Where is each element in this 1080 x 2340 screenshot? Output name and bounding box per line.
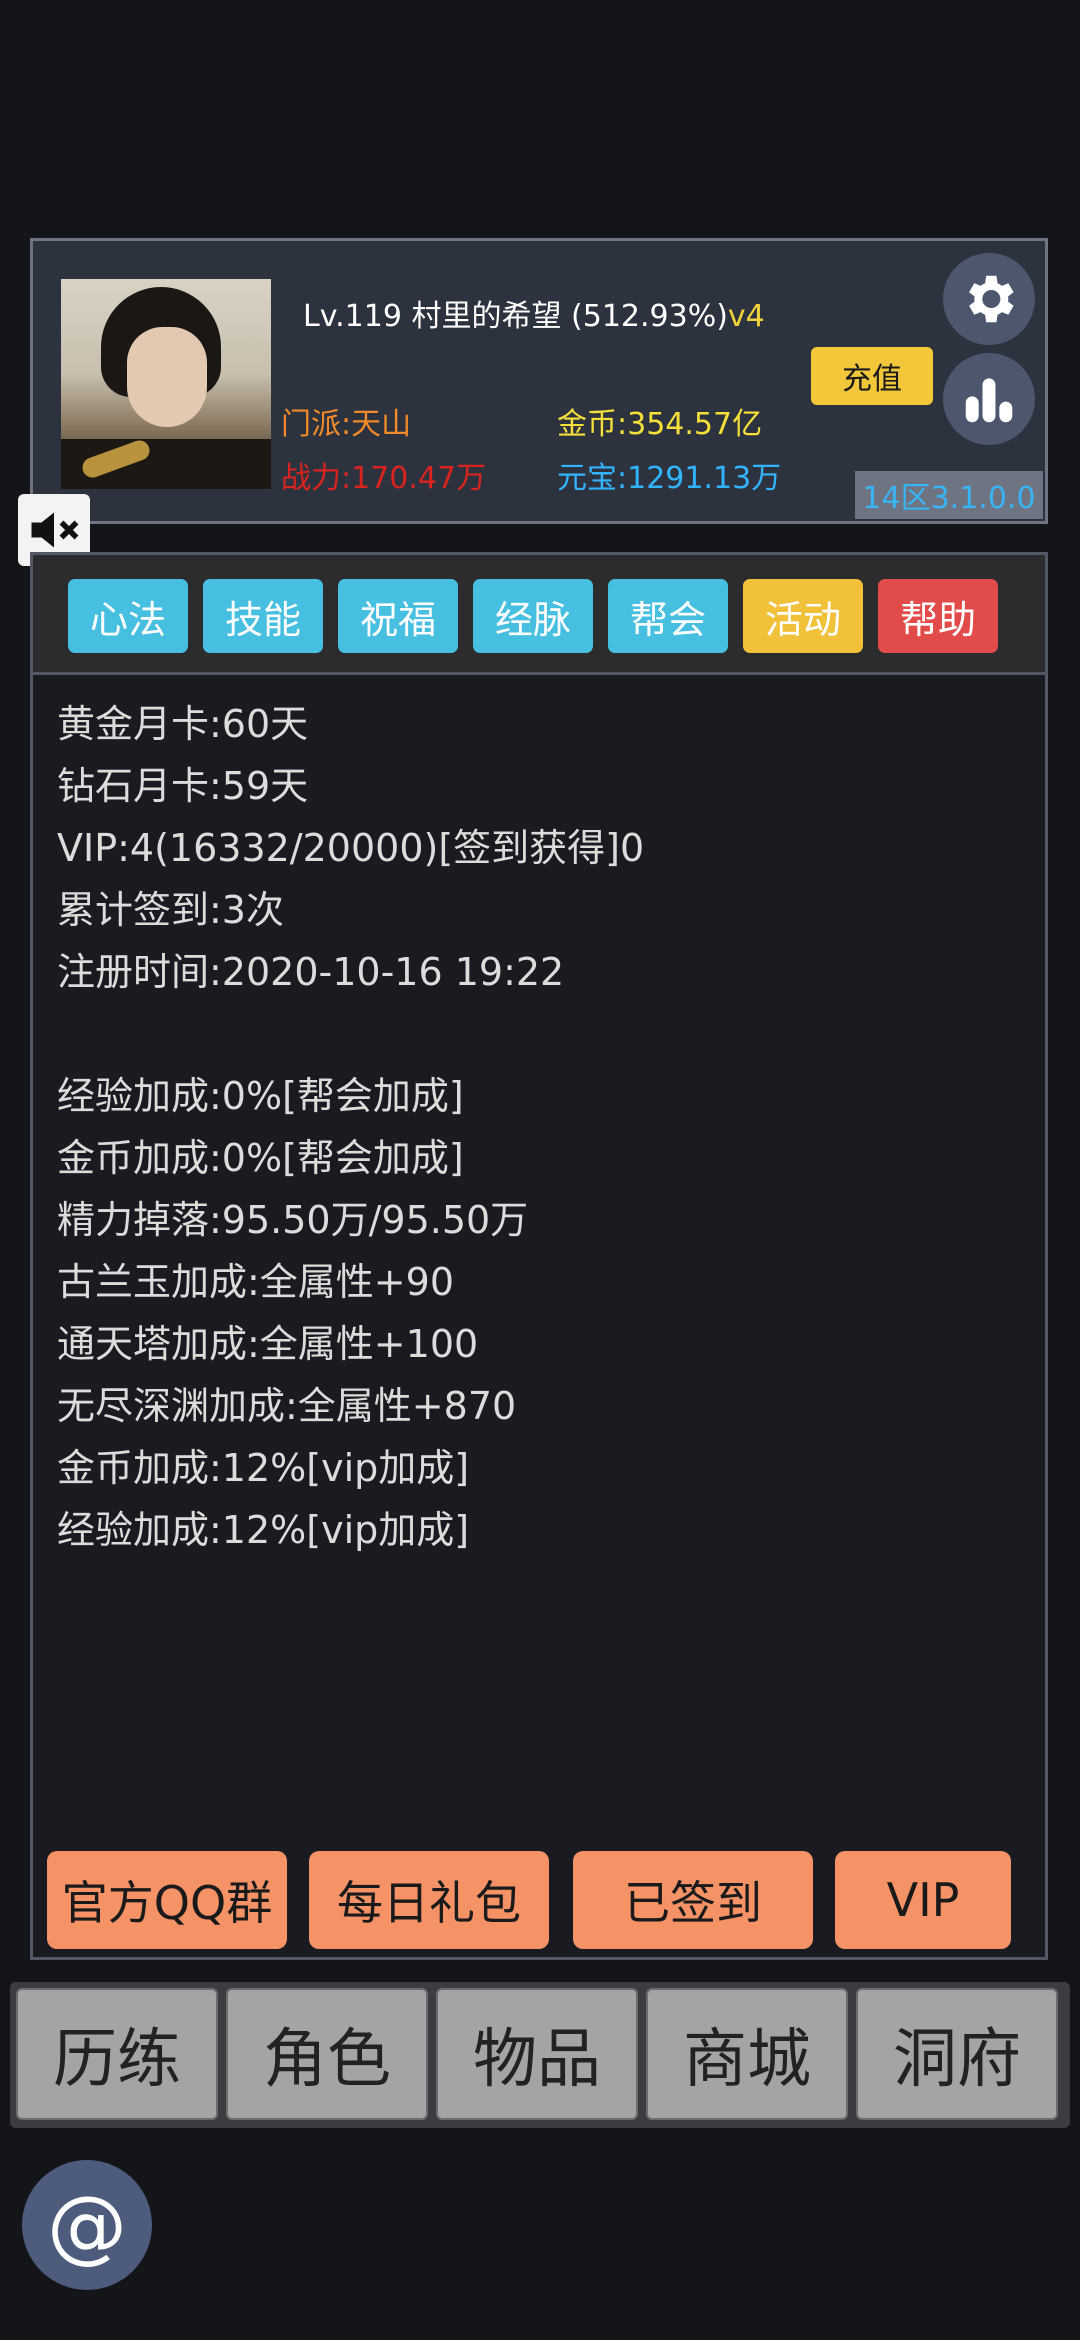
settings-button[interactable]	[943, 253, 1035, 345]
recharge-button[interactable]: 充值	[811, 347, 933, 405]
diamond-month-card: 钻石月卡:59天	[57, 764, 309, 808]
vip-progress: VIP:4(16332/20000)[签到获得]0	[57, 826, 645, 870]
tab-guild[interactable]: 帮会	[608, 579, 728, 653]
exp-bonus-guild: 经验加成:0%[帮会加成]	[57, 1074, 464, 1118]
character-avatar[interactable]	[61, 279, 271, 489]
tab-events[interactable]: 活动	[743, 579, 863, 653]
nav-items[interactable]: 物品	[436, 1988, 638, 2120]
vip-button[interactable]: VIP	[835, 1851, 1011, 1949]
nav-shop[interactable]: 商城	[646, 1988, 848, 2120]
ingot-label: 元宝:1291.13万	[557, 461, 782, 496]
level-title: Lv.119 村里的希望 (512.93%)v4	[303, 291, 765, 335]
power-label: 战力:170.47万	[281, 461, 487, 496]
profile-card: Lv.119 村里的希望 (512.93%)v4 门派:天山 战力:170.47…	[30, 238, 1048, 524]
exp-bonus-vip: 经验加成:12%[vip加成]	[57, 1508, 470, 1552]
signed-in-button[interactable]: 已签到	[573, 1851, 813, 1949]
server-badge: 14区3.1.0.0	[855, 471, 1043, 519]
tab-blessing[interactable]: 祝福	[338, 579, 458, 653]
at-icon: @	[47, 2178, 127, 2272]
register-time: 注册时间:2020-10-16 19:22	[57, 950, 565, 994]
gold-bonus-vip: 金币加成:12%[vip加成]	[57, 1446, 470, 1490]
bar-chart-icon	[965, 378, 1013, 423]
qq-group-button[interactable]: 官方QQ群	[47, 1851, 287, 1949]
tab-skills[interactable]: 技能	[203, 579, 323, 653]
stats-button[interactable]	[943, 353, 1035, 445]
energy-drop: 精力掉落:95.50万/95.50万	[57, 1198, 529, 1242]
sect-label: 门派:天山	[281, 407, 412, 442]
tab-meridian[interactable]: 经脉	[473, 579, 593, 653]
gold-bonus-guild: 金币加成:0%[帮会加成]	[57, 1136, 464, 1180]
tower-bonus: 通天塔加成:全属性+100	[57, 1322, 479, 1366]
tab-xinfa[interactable]: 心法	[68, 579, 188, 653]
gulan-jade-bonus: 古兰玉加成:全属性+90	[57, 1260, 454, 1304]
tab-help[interactable]: 帮助	[878, 579, 998, 653]
nav-training[interactable]: 历练	[16, 1988, 218, 2120]
total-signins: 累计签到:3次	[57, 888, 284, 932]
abyss-bonus: 无尽深渊加成:全属性+870	[57, 1384, 517, 1428]
gold-label: 金币:354.57亿	[557, 407, 763, 442]
speaker-muted-icon	[31, 512, 79, 548]
feature-tab-bar: 心法 技能 祝福 经脉 帮会 活动 帮助	[30, 552, 1048, 676]
bottom-nav: 历练 角色 物品 商城 洞府	[10, 1982, 1070, 2128]
vip-level: v4	[727, 299, 765, 334]
level-progress: (512.93%)	[571, 299, 728, 334]
daily-gift-button[interactable]: 每日礼包	[309, 1851, 549, 1949]
gold-month-card: 黄金月卡:60天	[57, 702, 309, 746]
contact-button[interactable]: @	[22, 2160, 152, 2290]
level-name: Lv.119 村里的希望	[303, 299, 562, 334]
info-panel: 黄金月卡:60天 钻石月卡:59天 VIP:4(16332/20000)[签到获…	[30, 672, 1048, 1960]
nav-character[interactable]: 角色	[226, 1988, 428, 2120]
gear-icon	[969, 275, 1014, 323]
nav-cave[interactable]: 洞府	[856, 1988, 1058, 2120]
